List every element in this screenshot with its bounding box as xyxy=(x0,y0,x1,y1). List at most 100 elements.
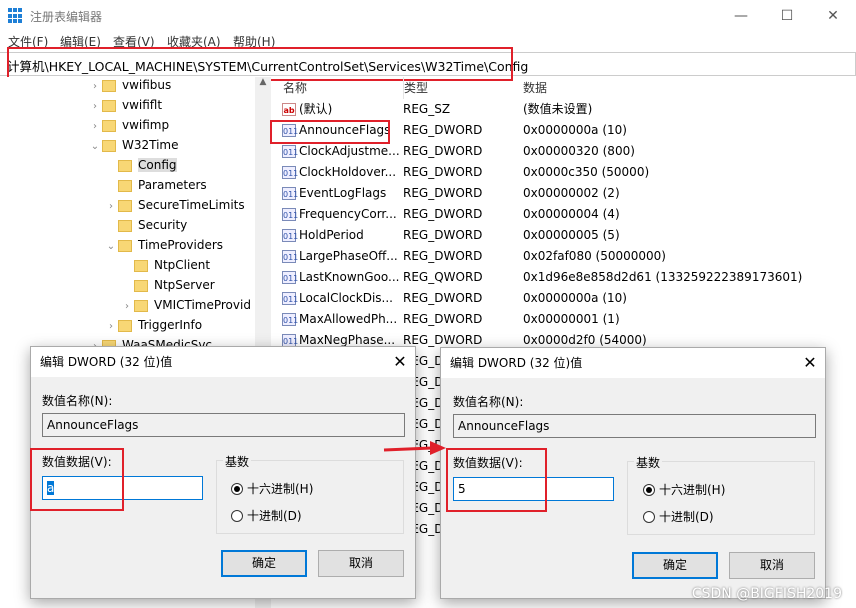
expander-icon[interactable]: › xyxy=(88,97,102,117)
value-row[interactable]: 011 LocalClockDis... REG_DWORD 0x0000000a (… xyxy=(276,288,856,309)
expander-icon[interactable]: ⌄ xyxy=(104,237,118,257)
tree-node[interactable]: Security xyxy=(0,215,255,235)
value-data: 0x0000000a (10) xyxy=(523,291,627,305)
value-name-label: 数值名称(N): xyxy=(453,395,524,409)
tree-node[interactable]: ⌄ W32Time xyxy=(0,135,255,155)
expander-icon[interactable]: › xyxy=(88,77,102,97)
tree-node[interactable]: NtpServer xyxy=(0,275,255,295)
folder-icon xyxy=(102,119,116,132)
string-value-icon: ab xyxy=(282,103,296,116)
folder-icon xyxy=(118,239,132,252)
folder-icon xyxy=(118,199,132,212)
radio-decimal[interactable]: 十进制(D) xyxy=(643,508,714,525)
value-type: REG_DWORD xyxy=(403,228,483,242)
value-name: ClockHoldover... xyxy=(299,165,397,179)
binary-value-icon: 011 xyxy=(282,208,298,221)
value-name: LastKnownGoo... xyxy=(299,270,400,284)
value-name: (默认) xyxy=(299,102,333,116)
base-label: 基数 xyxy=(223,453,252,470)
value-data: 0x0000000a (10) xyxy=(523,123,627,137)
value-row[interactable]: 011 HoldPeriod REG_DWORD 0x00000005 (5) xyxy=(276,225,856,246)
tree-node[interactable]: › TriggerInfo xyxy=(0,315,255,335)
highlight-box-announceflags xyxy=(270,120,390,144)
tree-node-label: NtpClient xyxy=(154,258,211,272)
radio-decimal[interactable]: 十进制(D) xyxy=(231,507,302,524)
value-row[interactable]: ab (默认) REG_SZ (数值未设置) xyxy=(276,99,856,120)
value-name: FrequencyCorr... xyxy=(299,207,397,221)
expander-icon[interactable]: › xyxy=(120,297,134,317)
tree-node[interactable]: › vwifibus xyxy=(0,75,255,95)
value-data: 0x00000002 (2) xyxy=(523,186,620,200)
scroll-up-arrow-icon[interactable]: ▲ xyxy=(255,77,271,87)
binary-value-icon: 011 xyxy=(282,166,298,179)
window-title: 注册表编辑器 xyxy=(30,10,103,24)
tree-node-label: Security xyxy=(138,218,188,232)
dialog-close-icon[interactable]: ✕ xyxy=(795,348,825,378)
title-bar: 注册表编辑器 — ☐ ✕ xyxy=(0,0,856,32)
value-type: REG_QWORD xyxy=(403,270,483,284)
folder-icon xyxy=(118,159,132,172)
tree-node-label: vwifibus xyxy=(122,78,172,92)
value-row[interactable]: 011 MaxAllowedPh... REG_DWORD 0x00000001 (1… xyxy=(276,309,856,330)
folder-icon xyxy=(118,319,132,332)
expander-icon[interactable]: › xyxy=(104,317,118,337)
value-row[interactable]: 011 ClockAdjustme... REG_DWORD 0x00000320 (… xyxy=(276,141,856,162)
watermark: CSDN @BIGFISH2019 xyxy=(691,586,842,602)
maximize-button[interactable]: ☐ xyxy=(764,0,810,32)
tree-node-label: vwififlt xyxy=(122,98,163,112)
value-data: 0x00000004 (4) xyxy=(523,207,620,221)
minimize-button[interactable]: — xyxy=(718,0,764,32)
value-data: 0x0000c350 (50000) xyxy=(523,165,650,179)
value-row[interactable]: 011 LastKnownGoo... REG_QWORD 0x1d96e8e858d… xyxy=(276,267,856,288)
regedit-icon xyxy=(8,8,24,24)
folder-icon xyxy=(134,279,148,292)
tree-node-label: VMICTimeProvid xyxy=(154,298,251,312)
value-name-field: AnnounceFlags xyxy=(42,413,405,437)
tree-node[interactable]: › SecureTimeLimits xyxy=(0,195,255,215)
tree-node[interactable]: › vwififlt xyxy=(0,95,255,115)
column-header-name[interactable]: 名称 xyxy=(283,77,307,99)
radio-hex[interactable]: 十六进制(H) xyxy=(231,480,313,497)
value-data: 0x00000320 (800) xyxy=(523,144,635,158)
value-row[interactable]: 011 LargePhaseOff... REG_DWORD 0x02faf080 (… xyxy=(276,246,856,267)
tree-node[interactable]: Config xyxy=(0,155,255,175)
folder-icon xyxy=(102,99,116,112)
close-button[interactable]: ✕ xyxy=(810,0,856,32)
expander-icon[interactable]: › xyxy=(88,117,102,137)
base-label: 基数 xyxy=(634,454,663,471)
cancel-button[interactable]: 取消 xyxy=(729,552,815,579)
expander-icon[interactable]: ⌄ xyxy=(88,137,102,157)
value-name: EventLogFlags xyxy=(299,186,387,200)
highlight-box-data-after xyxy=(446,448,547,512)
dialog-close-icon[interactable]: ✕ xyxy=(385,347,415,377)
folder-icon xyxy=(134,259,148,272)
tree-node[interactable]: › VMICTimeProvid xyxy=(0,295,255,315)
value-type: REG_DWORD xyxy=(403,123,483,137)
value-type: REG_DWORD xyxy=(403,249,483,263)
expander-icon[interactable]: › xyxy=(104,197,118,217)
value-data: (数值未设置) xyxy=(523,102,593,116)
value-row[interactable]: 011 EventLogFlags REG_DWORD 0x00000002 (2) xyxy=(276,183,856,204)
column-header-data[interactable]: 数据 xyxy=(523,77,547,99)
dialog-title: 编辑 DWORD (32 位)值 xyxy=(31,347,415,377)
ok-button[interactable]: 确定 xyxy=(632,552,718,579)
tree-node[interactable]: › vwifimp xyxy=(0,115,255,135)
column-header-type[interactable]: 类型 xyxy=(403,77,428,99)
radio-hex[interactable]: 十六进制(H) xyxy=(643,481,725,498)
tree-node[interactable]: ⌄ TimeProviders xyxy=(0,235,255,255)
tree-node-label: TriggerInfo xyxy=(138,318,203,332)
tree-node[interactable]: NtpClient xyxy=(0,255,255,275)
ok-button[interactable]: 确定 xyxy=(221,550,307,577)
tree-node-label: W32Time xyxy=(122,138,179,152)
value-row[interactable]: 011 ClockHoldover... REG_DWORD 0x0000c350 (… xyxy=(276,162,856,183)
tree-node-label: TimeProviders xyxy=(138,238,224,252)
folder-icon xyxy=(102,79,116,92)
value-type: REG_DWORD xyxy=(403,207,483,221)
tree-node[interactable]: Parameters xyxy=(0,175,255,195)
value-name: MaxAllowedPh... xyxy=(299,312,398,326)
red-arrow-icon xyxy=(383,441,446,455)
value-data: 0x00000005 (5) xyxy=(523,228,620,242)
cancel-button[interactable]: 取消 xyxy=(318,550,404,577)
value-row[interactable]: 011 FrequencyCorr... REG_DWORD 0x00000004 (… xyxy=(276,204,856,225)
highlight-box-data-before xyxy=(30,448,124,511)
